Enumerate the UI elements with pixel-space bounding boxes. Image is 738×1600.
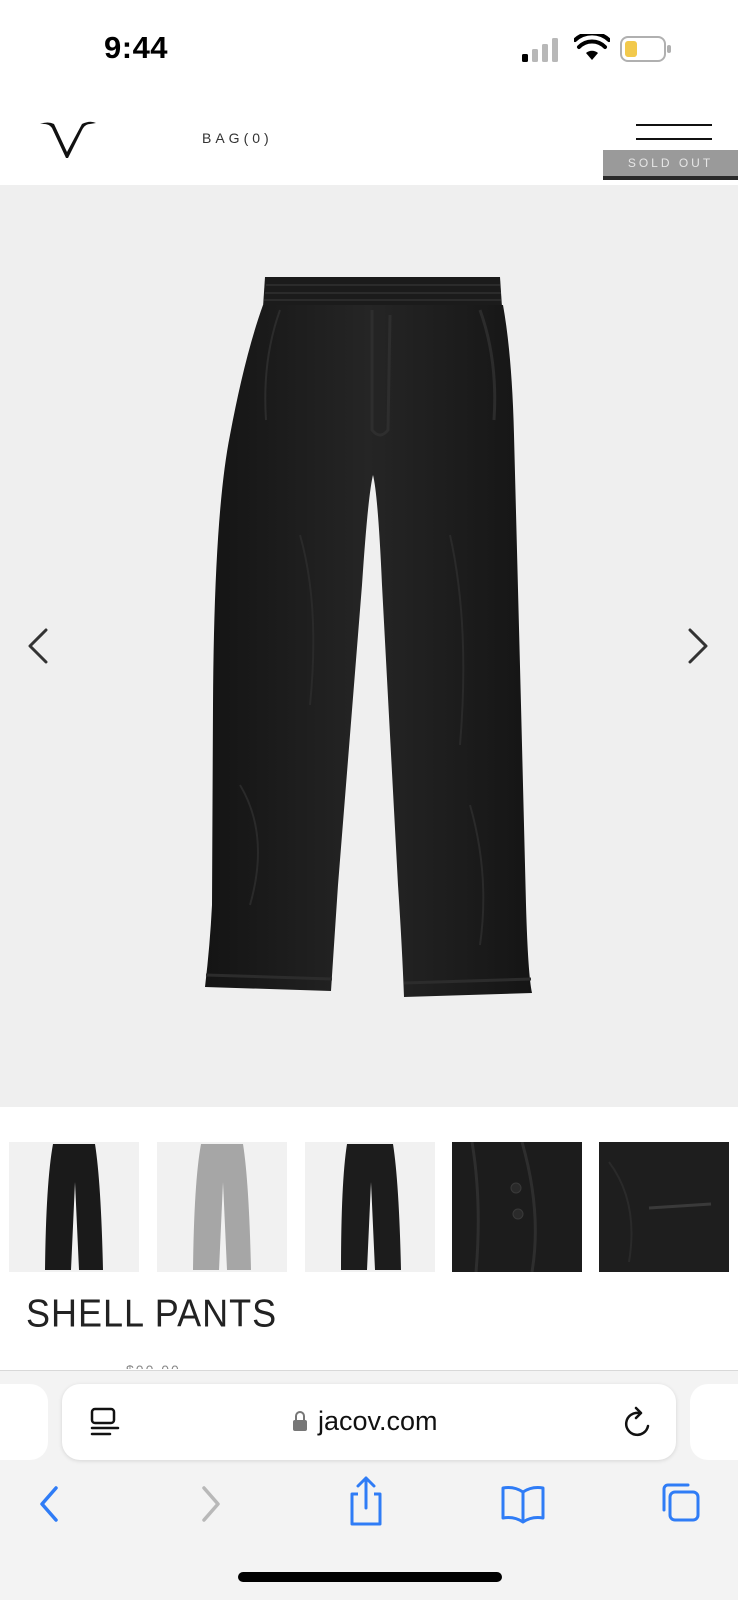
lock-icon <box>293 1411 307 1431</box>
thumbnail-2[interactable] <box>157 1142 287 1272</box>
url-text[interactable]: jacov.com <box>318 1406 438 1437</box>
battery-icon <box>620 36 671 62</box>
thumbnail-1[interactable] <box>9 1142 139 1272</box>
product-title: SHELL PANTS <box>26 1291 278 1336</box>
product-main-image[interactable] <box>0 185 738 1107</box>
sold-out-badge: SOLD OUT <box>603 150 738 180</box>
previous-image-arrow-icon[interactable] <box>20 626 56 666</box>
cellular-signal-icon <box>522 38 558 62</box>
bag-link[interactable]: BAG(0) <box>202 130 273 146</box>
thumbnail-button-detail <box>470 1142 537 1272</box>
thumbnail-black-pants-back <box>341 1144 401 1270</box>
brand-logo-icon[interactable] <box>38 118 98 160</box>
reader-icon[interactable] <box>88 1406 122 1440</box>
thumbnail-black-pants <box>45 1144 103 1270</box>
wifi-icon <box>574 34 610 60</box>
thumbnail-3[interactable] <box>305 1142 435 1272</box>
pants-image <box>205 277 532 997</box>
status-time: 9:44 <box>104 30 169 65</box>
product-price: $00.00 <box>126 1362 181 1369</box>
menu-bar-line <box>636 138 712 140</box>
next-image-arrow-icon[interactable] <box>680 626 716 666</box>
tabs-icon[interactable] <box>658 1480 702 1524</box>
thumbnail-4[interactable] <box>452 1142 582 1272</box>
menu-bar-line <box>636 124 712 126</box>
bookmarks-icon[interactable] <box>500 1484 546 1524</box>
home-indicator[interactable] <box>238 1572 502 1582</box>
share-icon[interactable] <box>346 1474 386 1528</box>
thumbnail-5[interactable] <box>599 1142 729 1272</box>
reload-icon[interactable] <box>622 1404 654 1440</box>
previous-tab-preview[interactable] <box>0 1384 48 1460</box>
thumbnail-grey-pants <box>193 1144 251 1270</box>
next-tab-preview[interactable] <box>690 1384 738 1460</box>
thumbnail-pocket-detail <box>608 1161 712 1263</box>
back-icon[interactable] <box>32 1482 66 1526</box>
forward-icon[interactable] <box>194 1482 228 1526</box>
